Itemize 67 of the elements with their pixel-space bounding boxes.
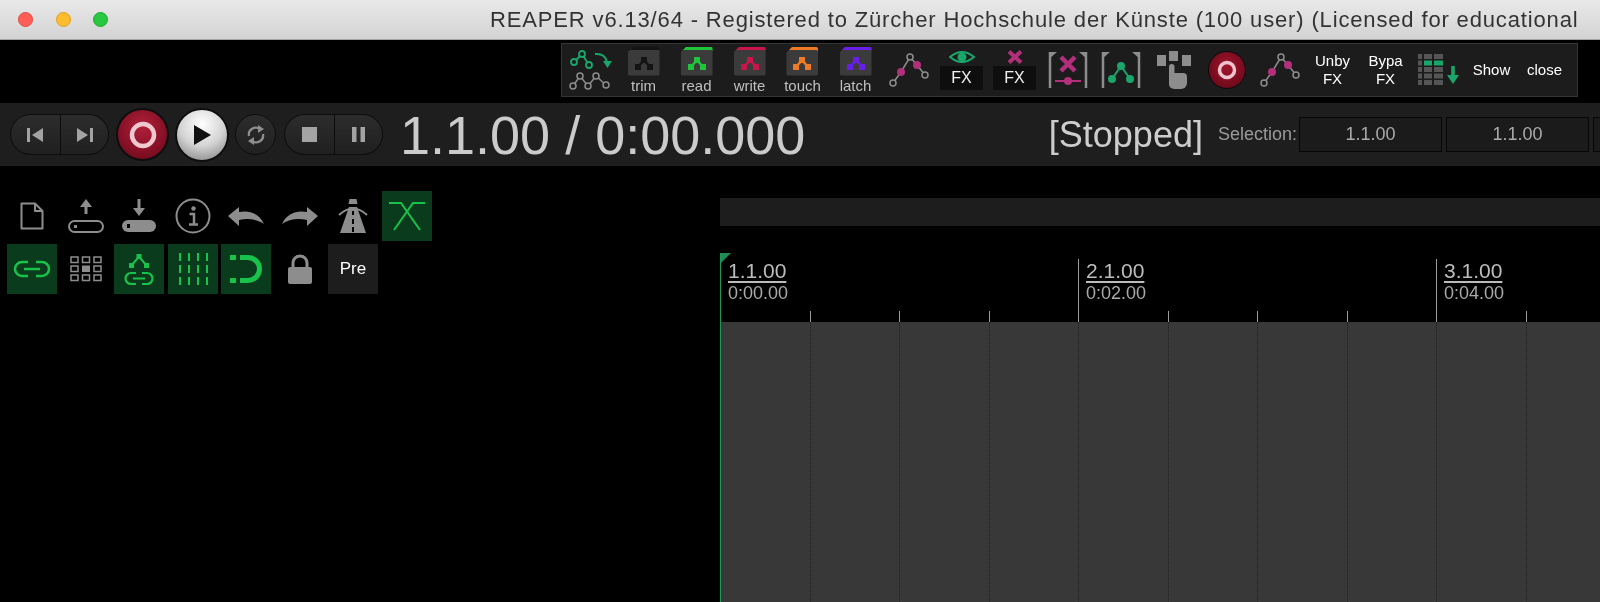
link-icon [13,260,51,278]
selection-label: Selection: [1217,124,1297,145]
toggle-button[interactable]: Pre [328,244,378,294]
bar-label: 1.1.00 [728,259,787,283]
go-to-start-button[interactable] [10,114,60,155]
stop-button[interactable] [284,114,334,155]
toggle-button[interactable] [381,191,432,241]
magnet-icon [229,253,263,285]
envelope-nodes-icon[interactable] [1259,53,1300,87]
stop-icon [301,127,317,142]
window-title: REAPER v6.13/64 - Registered to Zürcher Hochschule der Künste (100 user) (Licensed for educational [490,6,1579,33]
crossfade-icon [387,200,426,232]
time-label: 0:00.00 [728,283,789,304]
record-icon [1216,60,1237,80]
pause-icon [351,127,365,142]
repeat-button[interactable] [235,114,276,155]
skip-forward-icon [75,126,93,143]
envelope-nodes-icon[interactable] [888,53,929,87]
toolbar-text-button[interactable]: Bypa FX [1368,52,1403,88]
toggle-button[interactable] [167,244,218,294]
bar-label: 2.1.00 [1086,259,1145,283]
arrow-up-tray-icon [67,198,104,234]
automation-mode-button[interactable]: write [733,46,766,94]
dashed-lines-icon [176,252,209,286]
node-graph-icon[interactable] [567,49,614,91]
automation-mode-button[interactable]: touch [784,46,821,94]
arrow-down-tray-icon [121,198,157,234]
toolbar-text-button[interactable]: close [1527,61,1562,79]
record-button[interactable] [116,108,169,161]
fx-button[interactable]: FX [940,66,983,90]
grid-arrow-icon[interactable] [1417,54,1460,86]
undo-icon [227,205,265,227]
node-link-icon [123,251,155,287]
automation-mode-button[interactable]: read [680,46,713,94]
go-to-end-button[interactable] [59,114,109,155]
play-state-label: [Stopped] [1048,113,1203,156]
road-icon [337,198,369,234]
toolbar-text-button[interactable]: Show [1472,61,1511,79]
grid-icon [69,256,102,282]
toggle-button[interactable] [7,244,57,294]
toggle-button[interactable] [221,244,271,294]
redo-icon [280,205,319,227]
fx-button[interactable]: FX [993,66,1036,90]
hand-pointer-icon[interactable] [1156,51,1191,89]
bracket-cross-icon[interactable] [1046,51,1089,89]
selection-field[interactable]: 1.1.00 [1446,117,1589,152]
bracket-nodes-icon[interactable] [1099,51,1142,89]
close-button[interactable] [18,12,33,27]
time-display: 1.1.00 / 0:00.000 [400,103,806,166]
skip-back-icon [26,126,44,143]
eye-icon [948,50,975,64]
document-icon [20,202,44,230]
lock-icon [286,253,313,285]
toolbar-text-button[interactable]: Unby FX [1315,52,1350,88]
bar-label: 3.1.00 [1444,259,1503,283]
selection-field[interactable]: 1.1.00 [1299,117,1442,152]
automation-mode-button[interactable]: latch [839,46,872,94]
pause-button[interactable] [333,114,383,155]
record-button[interactable] [1207,51,1246,89]
record-icon [128,120,157,149]
time-label: 0:04.00 [1444,283,1505,304]
info-icon [174,198,211,234]
play-icon [192,123,212,146]
cross-icon [1006,50,1023,64]
toggle-button[interactable] [114,244,164,294]
automation-mode-button[interactable]: trim [627,46,660,94]
time-label: 0:02.00 [1086,283,1147,304]
